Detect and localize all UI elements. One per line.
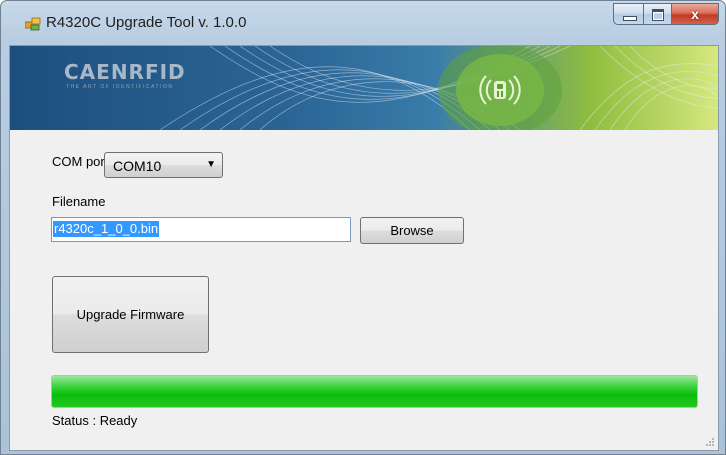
brand-tagline: THE ART OF IDENTIFICATION bbox=[66, 84, 174, 90]
com-port-value: COM10 bbox=[113, 158, 162, 174]
chevron-down-icon: ▼ bbox=[206, 159, 216, 170]
app-window: R4320C Upgrade Tool v. 1.0.0 x CAENRFID … bbox=[0, 0, 726, 455]
com-port-select[interactable]: COM10 ▼ bbox=[104, 152, 223, 178]
filename-label: Filename bbox=[52, 194, 106, 209]
caption-buttons: x bbox=[613, 3, 719, 25]
progress-fill bbox=[52, 376, 697, 407]
window-title: R4320C Upgrade Tool v. 1.0.0 bbox=[46, 14, 247, 31]
minimize-icon bbox=[623, 16, 637, 21]
window-app-icon bbox=[25, 17, 41, 31]
status-text: Status : Ready bbox=[52, 413, 138, 428]
upgrade-progress-bar bbox=[51, 375, 698, 408]
window-client-area: CAENRFID THE ART OF IDENTIFICATION COM p… bbox=[9, 45, 719, 451]
com-port-label: COM port bbox=[52, 154, 109, 169]
brand-logo: CAENRFID bbox=[64, 60, 186, 84]
header-banner: CAENRFID THE ART OF IDENTIFICATION bbox=[10, 46, 718, 130]
browse-button[interactable]: Browse bbox=[360, 217, 464, 244]
filename-value: r4320c_1_0_0.bin bbox=[53, 221, 160, 237]
close-button[interactable]: x bbox=[671, 3, 719, 25]
title-bar[interactable]: R4320C Upgrade Tool v. 1.0.0 x bbox=[1, 1, 725, 45]
upgrade-firmware-button[interactable]: Upgrade Firmware bbox=[52, 276, 209, 353]
maximize-button[interactable] bbox=[643, 3, 671, 25]
resize-grip-icon[interactable] bbox=[705, 437, 715, 447]
maximize-icon bbox=[652, 9, 664, 21]
caen-rfid-logo-icon bbox=[479, 75, 521, 105]
close-icon: x bbox=[691, 6, 699, 22]
filename-input[interactable]: r4320c_1_0_0.bin bbox=[51, 217, 351, 242]
minimize-button[interactable] bbox=[613, 3, 643, 25]
